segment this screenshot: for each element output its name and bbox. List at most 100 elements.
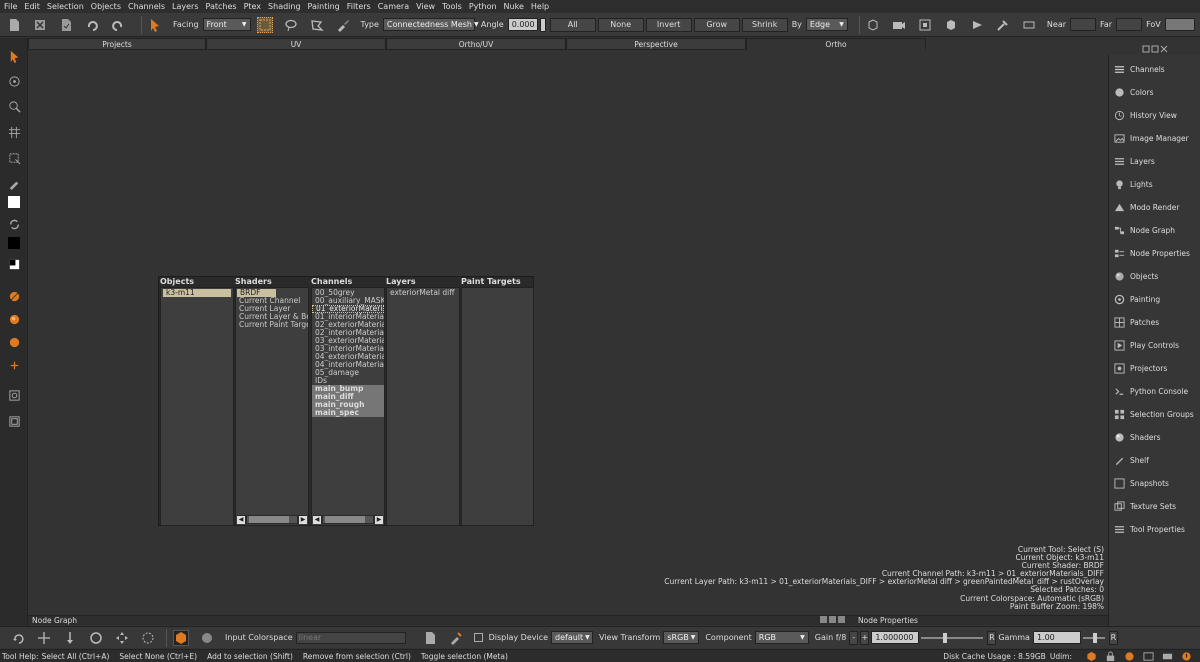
new-project-icon[interactable] bbox=[6, 17, 22, 33]
invert-selection-button[interactable]: Invert bbox=[645, 17, 692, 32]
list-item[interactable]: Current Channel bbox=[236, 297, 308, 305]
scroll-track[interactable] bbox=[247, 516, 297, 523]
palette-modo-render[interactable]: Modo Render bbox=[1113, 200, 1200, 214]
channels-scrollbar[interactable]: ◀ ▶ bbox=[313, 515, 383, 524]
list-item[interactable]: 03_interiorMaterials bbox=[312, 345, 384, 353]
menu-camera[interactable]: Camera bbox=[378, 2, 409, 11]
frame-icon[interactable] bbox=[917, 17, 933, 33]
list-item[interactable]: 05_damage bbox=[312, 369, 384, 377]
lighting-icon[interactable] bbox=[6, 357, 22, 373]
scroll-track[interactable] bbox=[323, 516, 373, 523]
palette-colors[interactable]: Colors bbox=[1113, 85, 1200, 99]
input-colorspace-field[interactable] bbox=[295, 631, 406, 644]
list-item[interactable]: Current Layer bbox=[236, 305, 308, 313]
projector-icon[interactable] bbox=[1021, 17, 1037, 33]
grow-selection-button[interactable]: Grow bbox=[693, 17, 740, 32]
flat-shading-icon[interactable] bbox=[6, 311, 22, 327]
menu-view[interactable]: View bbox=[416, 2, 435, 11]
menu-ptex[interactable]: Ptex bbox=[244, 2, 261, 11]
close-icon[interactable] bbox=[838, 616, 845, 623]
tab-ortho[interactable]: Ortho bbox=[746, 38, 926, 50]
notification-status-icon[interactable] bbox=[1181, 651, 1192, 662]
list-item[interactable]: main_bump bbox=[312, 385, 384, 393]
menu-layers[interactable]: Layers bbox=[172, 2, 198, 11]
list-item[interactable]: main_rough bbox=[312, 401, 384, 409]
scroll-right-icon[interactable]: ▶ bbox=[375, 515, 383, 524]
window-controls-icon[interactable] bbox=[1139, 45, 1169, 53]
angle-input[interactable]: 0.000 bbox=[507, 18, 538, 31]
palette-play-controls[interactable]: Play Controls bbox=[1113, 338, 1200, 352]
shaders-scrollbar[interactable]: ◀ ▶ bbox=[237, 515, 307, 524]
full-shading-icon[interactable] bbox=[6, 334, 22, 350]
snapshot-icon[interactable] bbox=[6, 387, 22, 403]
reset-colors-icon[interactable] bbox=[6, 256, 22, 272]
node-graph-bar[interactable]: Node Graph bbox=[28, 615, 1108, 625]
shrink-selection-button[interactable]: Shrink bbox=[741, 17, 788, 32]
menu-shading[interactable]: Shading bbox=[268, 2, 301, 11]
memory-status-icon[interactable] bbox=[1162, 651, 1173, 662]
light-icon[interactable] bbox=[995, 17, 1011, 33]
palette-tool-properties[interactable]: Tool Properties bbox=[1113, 522, 1200, 536]
select-all-button[interactable]: All bbox=[549, 17, 596, 32]
list-item[interactable]: Current Paint Targe bbox=[236, 321, 308, 329]
palette-lights[interactable]: Lights bbox=[1113, 177, 1200, 191]
slider-handle[interactable] bbox=[943, 632, 948, 643]
swap-colors-icon[interactable] bbox=[6, 216, 22, 232]
document-icon[interactable] bbox=[422, 630, 438, 646]
list-item[interactable]: 00_auxiliary_MASK bbox=[312, 297, 384, 305]
palette-shaders[interactable]: Shaders bbox=[1113, 430, 1200, 444]
undo-icon[interactable] bbox=[84, 17, 100, 33]
gamma-input[interactable]: 1.00 bbox=[1032, 631, 1081, 644]
dotted-circle-icon[interactable] bbox=[140, 630, 156, 646]
gain-reset-button[interactable]: R bbox=[987, 630, 997, 645]
list-item[interactable]: BRDF bbox=[237, 289, 276, 297]
view-transform-dropdown[interactable]: sRGB ▼ bbox=[663, 631, 700, 644]
gamma-slider[interactable] bbox=[1082, 632, 1105, 643]
menu-painting[interactable]: Painting bbox=[308, 2, 340, 11]
save-icon[interactable] bbox=[58, 17, 74, 33]
palette-snapshots[interactable]: Snapshots bbox=[1113, 476, 1200, 490]
node-properties-label[interactable]: Node Properties bbox=[858, 616, 918, 625]
list-item[interactable]: IDs bbox=[312, 377, 384, 385]
compare-icon[interactable] bbox=[6, 413, 22, 429]
camera-icon[interactable] bbox=[891, 17, 907, 33]
list-item[interactable]: 01_exteriorMateria bbox=[312, 305, 384, 313]
list-item[interactable]: 04_interiorMaterials bbox=[312, 361, 384, 369]
palette-texture-sets[interactable]: Texture Sets bbox=[1113, 499, 1200, 513]
palette-layers[interactable]: Layers bbox=[1113, 154, 1200, 168]
menu-objects[interactable]: Objects bbox=[91, 2, 121, 11]
grid-icon[interactable] bbox=[6, 124, 22, 140]
palette-patches[interactable]: Patches bbox=[1113, 315, 1200, 329]
by-dropdown[interactable]: Edge ▼ bbox=[805, 18, 848, 31]
layers-status-icon[interactable] bbox=[1143, 651, 1154, 662]
palette-projectors[interactable]: Projectors bbox=[1113, 361, 1200, 375]
lock-icon[interactable] bbox=[1105, 650, 1116, 662]
menu-edit[interactable]: Edit bbox=[24, 2, 40, 11]
down-arrow-icon[interactable] bbox=[62, 630, 78, 646]
gain-slider[interactable] bbox=[921, 632, 984, 643]
component-dropdown[interactable]: RGB ▼ bbox=[754, 631, 809, 644]
palette-history-view[interactable]: History View bbox=[1113, 108, 1200, 122]
menu-filters[interactable]: Filters bbox=[347, 2, 371, 11]
palette-window-controls[interactable] bbox=[1108, 44, 1200, 54]
menu-file[interactable]: File bbox=[4, 2, 17, 11]
palette-python-console[interactable]: Python Console bbox=[1113, 384, 1200, 398]
wireframe-cube-icon[interactable] bbox=[865, 17, 881, 33]
redo-icon[interactable] bbox=[110, 17, 126, 33]
tab-projects[interactable]: Projects bbox=[28, 38, 206, 50]
list-item[interactable]: 02_exteriorMaterial bbox=[312, 321, 384, 329]
display-device-dropdown[interactable]: default ▼ bbox=[551, 631, 594, 644]
play-icon[interactable] bbox=[969, 17, 985, 33]
tab-perspective[interactable]: Perspective bbox=[566, 38, 746, 50]
far-input[interactable] bbox=[1116, 18, 1143, 31]
palette-shelf[interactable]: Shelf bbox=[1113, 453, 1200, 467]
paint-brush-icon[interactable] bbox=[6, 175, 22, 191]
shaded-cube-icon[interactable] bbox=[943, 17, 959, 33]
transform-select-icon[interactable] bbox=[6, 150, 22, 166]
facing-dropdown[interactable]: Front ▼ bbox=[202, 18, 251, 31]
sphere-icon[interactable] bbox=[199, 630, 215, 646]
list-item[interactable]: 03_exteriorMaterial bbox=[312, 337, 384, 345]
slider-handle[interactable] bbox=[1092, 632, 1097, 643]
tab-uv[interactable]: UV bbox=[206, 38, 386, 50]
rotate-view-icon[interactable] bbox=[10, 630, 26, 646]
